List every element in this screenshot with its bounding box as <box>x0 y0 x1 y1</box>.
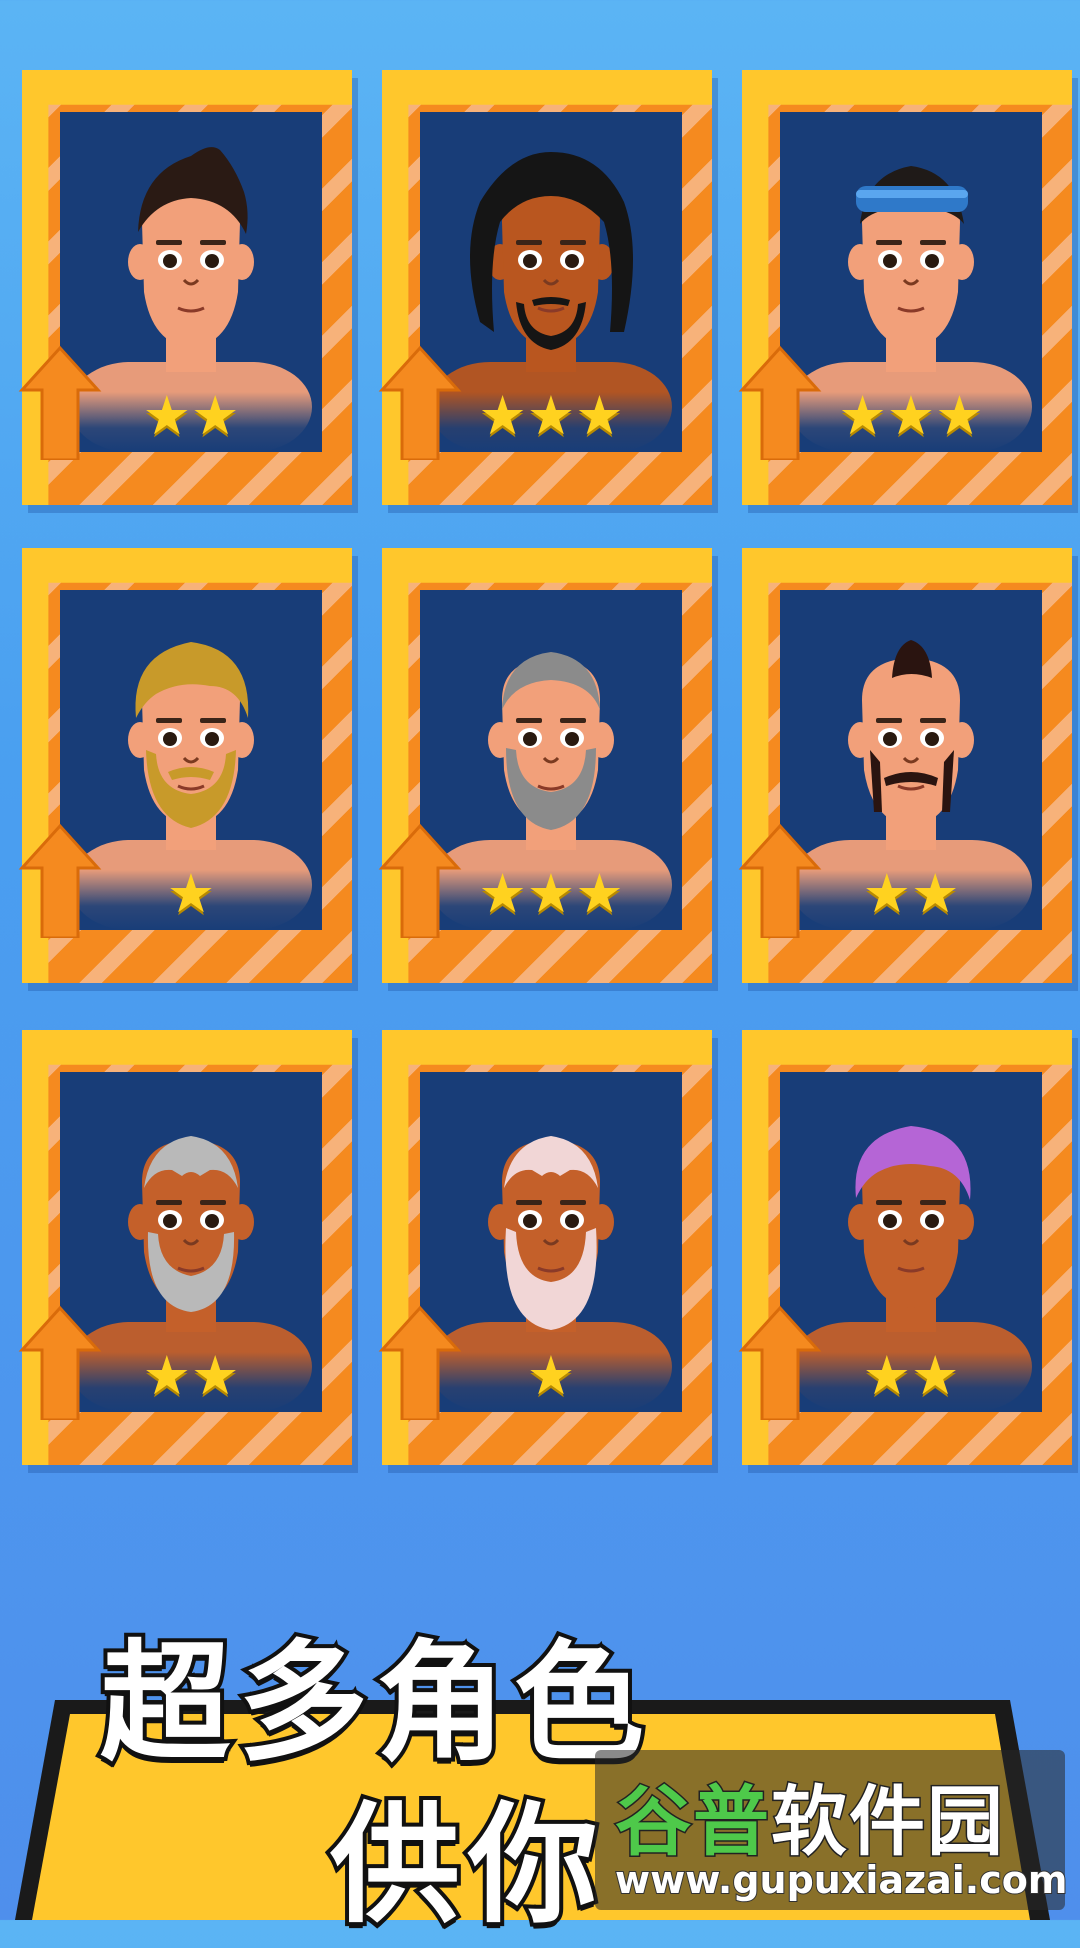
watermark-url: www.gupuxiazai.com <box>614 1857 1068 1903</box>
upgrade-arrow-icon <box>18 1305 102 1420</box>
character-card[interactable]: ★ <box>18 548 352 983</box>
upgrade-arrow-icon <box>18 345 102 460</box>
character-card[interactable]: ★★ <box>18 1030 352 1465</box>
character-card[interactable]: ★★★ <box>738 70 1072 505</box>
upgrade-arrow-icon <box>378 1305 462 1420</box>
upgrade-arrow-icon <box>378 823 462 938</box>
character-card[interactable]: ★★ <box>738 1030 1072 1465</box>
character-card[interactable]: ★ <box>378 1030 712 1465</box>
title-line-1: 超多角色 <box>96 1623 653 1783</box>
upgrade-arrow-icon <box>738 1305 822 1420</box>
character-card[interactable]: ★★ <box>738 548 1072 983</box>
upgrade-arrow-icon <box>18 823 102 938</box>
upgrade-arrow-icon <box>378 345 462 460</box>
character-grid: ★★ ★★★ ★★★ ★ ★★★ ★★ ★★ ★ ★★ <box>0 0 1080 1500</box>
watermark-brand: 谷普软件园 <box>614 1760 1005 1870</box>
character-card[interactable]: ★★ <box>18 70 352 505</box>
character-card[interactable]: ★★★ <box>378 548 712 983</box>
watermark-brand-white: 软件园 <box>770 1776 1005 1868</box>
upgrade-arrow-icon <box>738 345 822 460</box>
watermark-brand-green: 谷普 <box>614 1776 771 1868</box>
upgrade-arrow-icon <box>738 823 822 938</box>
character-card[interactable]: ★★★ <box>378 70 712 505</box>
